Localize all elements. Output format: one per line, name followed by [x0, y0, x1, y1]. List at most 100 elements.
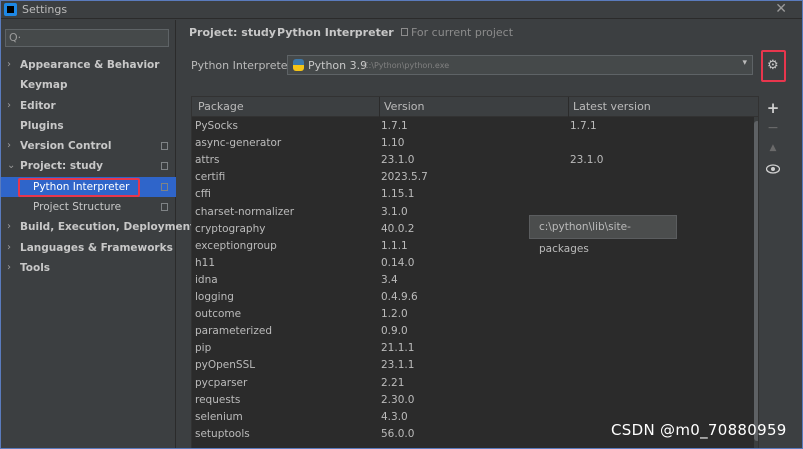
- project-scope-icon: [161, 203, 168, 212]
- add-package-icon[interactable]: +: [766, 99, 780, 117]
- package-name: cffi: [195, 188, 211, 201]
- table-row[interactable]: pyOpenSSL 23.1.1: [192, 357, 758, 374]
- close-icon[interactable]: ✕: [775, 1, 787, 17]
- package-version: 3.4: [381, 273, 398, 286]
- table-row[interactable]: pip 21.1.1: [192, 340, 758, 357]
- package-name: selenium: [195, 410, 243, 423]
- package-name: certifi: [195, 171, 226, 184]
- table-row[interactable]: pycparser 2.21: [192, 375, 758, 392]
- column-header-version[interactable]: Version: [384, 100, 424, 113]
- chevron-down-icon: ▾: [742, 58, 747, 68]
- settings-sidebar: Q· › Appearance & Behavior Keymap › Editor Pl…: [0, 20, 195, 449]
- table-row[interactable]: parameterized 0.9.0: [192, 323, 758, 340]
- package-version: 40.0.2: [381, 222, 415, 235]
- package-name: logging: [195, 291, 234, 303]
- table-row[interactable]: requests 2.30.0: [192, 392, 758, 409]
- package-name: requests: [195, 393, 241, 406]
- table-row[interactable]: PySocks 1.7.1 1.7.1: [192, 118, 758, 135]
- package-version: 1.1.1: [381, 239, 408, 252]
- column-divider: [379, 97, 380, 117]
- highlight-box-python-interpreter: [18, 178, 140, 197]
- column-header-package[interactable]: Package: [198, 100, 244, 113]
- sidebar-item-label: Version Control: [20, 140, 112, 153]
- interpreter-name: Python 3.9: [308, 59, 368, 72]
- sidebar-item-project-study[interactable]: ⌄ Project: study: [0, 156, 176, 176]
- table-row[interactable]: attrs 23.1.0 23.1.0: [192, 152, 758, 169]
- sidebar-item-build-execution-deployment[interactable]: › Build, Execution, Deployment: [0, 217, 195, 237]
- package-version: 23.1.1: [381, 359, 415, 372]
- package-version: 0.14.0: [381, 256, 415, 269]
- sidebar-item-label: Appearance & Behavior: [20, 59, 160, 71]
- chevron-right-icon[interactable]: ›: [7, 136, 11, 156]
- package-name: setuptools: [195, 427, 250, 440]
- sidebar-item-project-structure[interactable]: Project Structure: [0, 197, 176, 217]
- package-version: 2.21: [381, 376, 405, 389]
- table-row[interactable]: certifi 2023.5.7: [192, 169, 758, 186]
- sidebar-item-label: Tools: [20, 261, 51, 274]
- app-icon: [4, 3, 17, 16]
- package-name: h11: [195, 256, 216, 269]
- remove-package-icon[interactable]: −: [766, 120, 780, 136]
- package-version: 1.15.1: [381, 188, 415, 201]
- table-row[interactable]: logging 0.4.9.6: [192, 289, 758, 306]
- table-row[interactable]: h11 0.14.0: [192, 255, 758, 272]
- scope-text: For current project: [411, 26, 514, 39]
- sidebar-item-appearance-behavior[interactable]: › Appearance & Behavior: [0, 55, 176, 75]
- table-row[interactable]: async-generator 1.10: [192, 135, 758, 152]
- window-title: Settings: [22, 3, 68, 16]
- breadcrumb-project[interactable]: Project: study: [189, 26, 276, 39]
- package-version: 1.2.0: [381, 308, 408, 321]
- sidebar-item-keymap[interactable]: Keymap: [0, 75, 176, 95]
- sidebar-item-label: Plugins: [20, 119, 64, 132]
- package-name: PySocks: [195, 120, 238, 132]
- scope-label: For current project: [401, 26, 513, 39]
- packages-table: Package Version Latest version PySocks 1.…: [191, 96, 759, 449]
- package-version: 1.10: [381, 137, 405, 150]
- package-latest-version: 23.1.0: [570, 154, 604, 167]
- table-row[interactable]: exceptiongroup 1.1.1: [192, 238, 758, 255]
- chevron-right-icon[interactable]: ›: [7, 258, 11, 278]
- breadcrumb-page: Python Interpreter: [277, 26, 394, 39]
- sidebar-item-plugins[interactable]: Plugins: [0, 116, 176, 136]
- package-latest-version: 1.7.1: [570, 120, 597, 132]
- interpreter-settings-button[interactable]: ⚙: [761, 50, 786, 82]
- chevron-right-icon[interactable]: ›: [7, 55, 11, 75]
- chevron-right-icon[interactable]: ›: [7, 238, 11, 258]
- sidebar-item-label: Languages & Frameworks: [20, 241, 173, 254]
- package-version: 4.3.0: [381, 410, 408, 423]
- sidebar-item-languages-frameworks[interactable]: › Languages & Frameworks: [0, 238, 176, 258]
- package-name: exceptiongroup: [195, 239, 277, 252]
- sidebar-item-editor[interactable]: › Editor: [0, 96, 176, 116]
- column-header-latest[interactable]: Latest version: [573, 100, 651, 113]
- settings-search-input[interactable]: Q·: [5, 29, 169, 47]
- package-name: pycparser: [195, 376, 248, 389]
- vertical-scrollbar[interactable]: [754, 117, 758, 448]
- package-version: 1.7.1: [381, 120, 408, 132]
- package-version: 56.0.0: [381, 427, 415, 440]
- package-name: idna: [195, 273, 218, 286]
- python-icon: [293, 59, 304, 71]
- package-version: 23.1.0: [381, 154, 415, 167]
- project-scope-icon: [161, 162, 168, 171]
- project-scope-icon: [161, 182, 168, 191]
- interpreter-select[interactable]: Python 3.9 C:\Python\python.exe ▾: [287, 55, 753, 75]
- package-name: pip: [195, 342, 212, 355]
- table-row[interactable]: idna 3.4: [192, 272, 758, 289]
- table-row[interactable]: cffi 1.15.1: [192, 186, 758, 203]
- chevron-down-icon[interactable]: ⌄: [7, 156, 15, 176]
- sidebar-item-label: Keymap: [20, 79, 68, 92]
- show-early-releases-icon[interactable]: [765, 163, 781, 177]
- upgrade-package-icon[interactable]: ▲: [766, 143, 780, 153]
- package-path-tooltip: c:\python\lib\site-packages: [529, 215, 677, 255]
- sidebar-item-label: Project Structure: [33, 201, 122, 214]
- sidebar-item-version-control[interactable]: › Version Control: [0, 136, 176, 156]
- interpreter-label: Python Interpreter:: [191, 59, 296, 72]
- project-scope-icon: [401, 28, 408, 36]
- gear-icon: ⚙: [767, 58, 779, 73]
- chevron-right-icon[interactable]: ›: [7, 217, 11, 237]
- package-version: 21.1.1: [381, 342, 415, 355]
- table-row[interactable]: outcome 1.2.0: [192, 306, 758, 323]
- sidebar-item-tools[interactable]: › Tools: [0, 258, 176, 278]
- scrollbar-thumb[interactable]: [754, 121, 758, 441]
- chevron-right-icon[interactable]: ›: [7, 96, 11, 116]
